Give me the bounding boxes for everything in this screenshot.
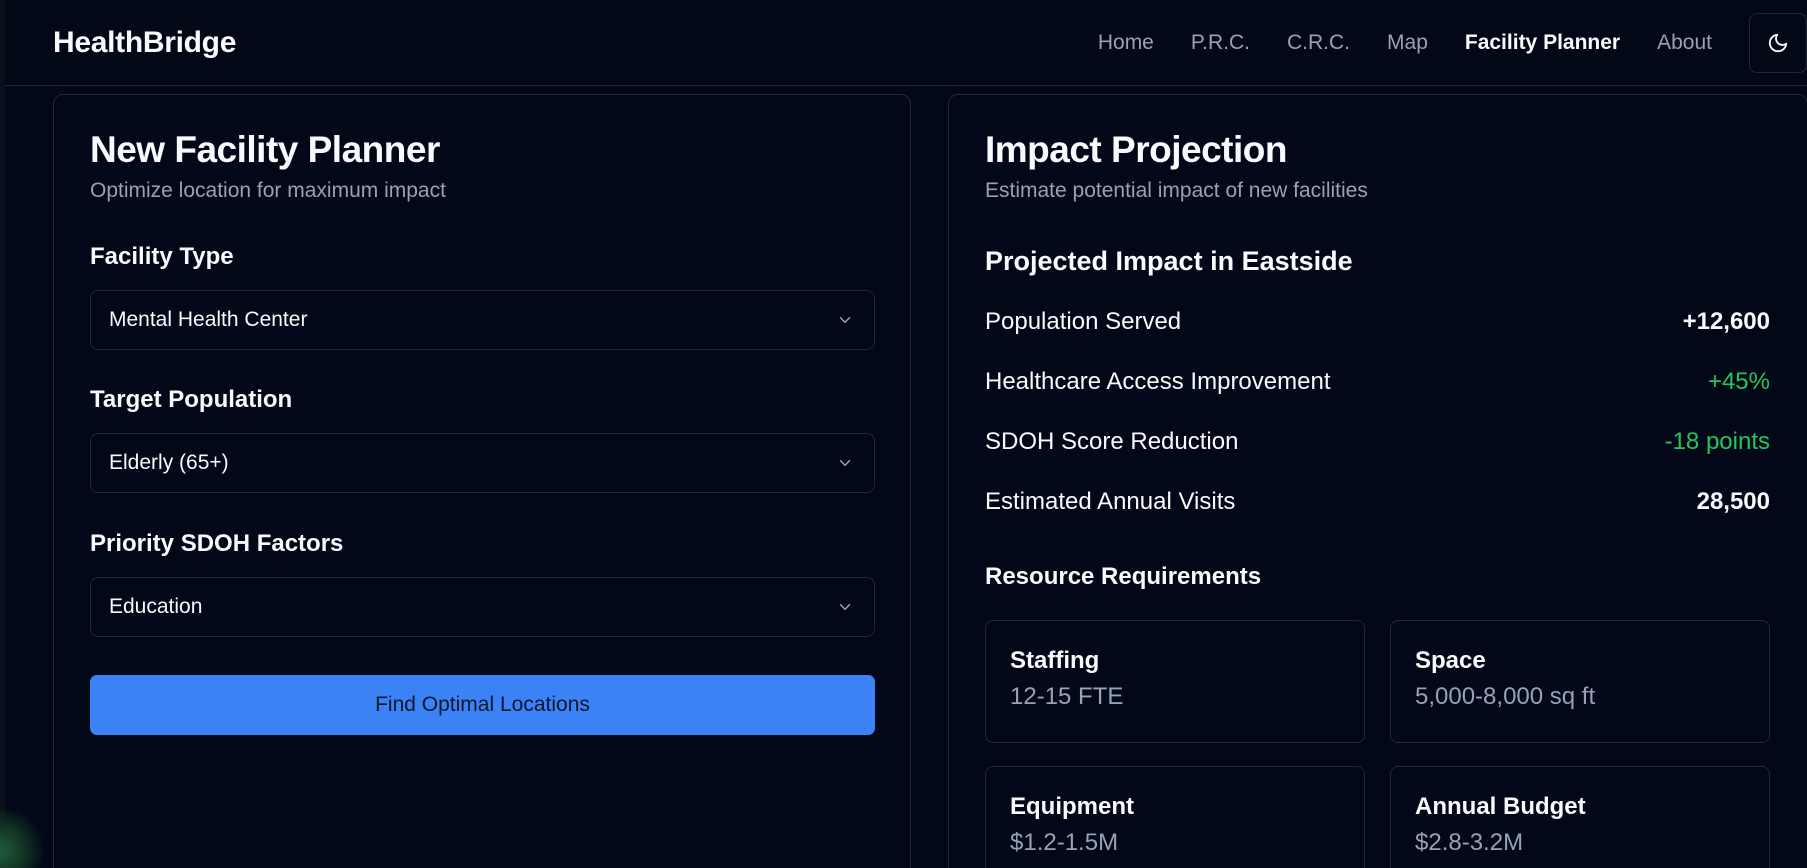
find-optimal-locations-button[interactable]: Find Optimal Locations (90, 675, 875, 735)
brand-logo[interactable]: HealthBridge (53, 26, 236, 60)
target-population-label: Target Population (90, 386, 293, 413)
nav-home[interactable]: Home (1098, 31, 1154, 55)
chevron-down-icon (839, 604, 851, 610)
desktop-corner-accent (0, 810, 44, 868)
priority-sdoh-select[interactable]: Education (90, 577, 875, 637)
resource-value: 5,000-8,000 sq ft (1415, 683, 1596, 710)
main-nav: Home P.R.C. C.R.C. Map Facility Planner … (1098, 0, 1807, 85)
resource-requirements-heading: Resource Requirements (985, 563, 1262, 590)
window-edge (0, 0, 5, 868)
planner-subtitle: Optimize location for maximum impact (90, 179, 446, 202)
metric-row: Estimated Annual Visits 28,500 (985, 488, 1770, 516)
metric-row: Population Served +12,600 (985, 308, 1770, 336)
resource-value: $2.8-3.2M (1415, 829, 1524, 856)
impact-subtitle: Estimate potential impact of new facilit… (985, 179, 1368, 202)
moon-icon (1768, 33, 1788, 52)
chevron-down-icon (839, 460, 851, 466)
nav-facility-planner[interactable]: Facility Planner (1465, 31, 1620, 55)
planner-title: New Facility Planner (90, 129, 440, 170)
impact-projection-card: Impact Projection Estimate potential imp… (948, 94, 1807, 868)
resource-title: Staffing (1010, 647, 1100, 674)
resource-card-staffing: Staffing 12-15 FTE (985, 620, 1365, 743)
resource-card-equipment: Equipment $1.2-1.5M (985, 766, 1365, 868)
metric-value: 28,500 (1696, 488, 1770, 515)
metric-value: +12,600 (1682, 308, 1770, 335)
metric-value: -18 points (1664, 428, 1770, 455)
facility-planner-card: New Facility Planner Optimize location f… (53, 94, 911, 868)
chevron-down-icon (839, 317, 851, 323)
metric-value: +45% (1707, 368, 1770, 395)
nav-crc[interactable]: C.R.C. (1287, 31, 1350, 55)
resource-title: Annual Budget (1415, 793, 1586, 820)
resource-card-space: Space 5,000-8,000 sq ft (1390, 620, 1770, 743)
metric-row: SDOH Score Reduction -18 points (985, 428, 1770, 456)
metric-label: Healthcare Access Improvement (985, 368, 1331, 395)
resource-value: 12-15 FTE (1010, 683, 1124, 710)
target-population-select[interactable]: Elderly (65+) (90, 433, 875, 493)
target-population-value: Elderly (65+) (109, 451, 229, 474)
impact-title: Impact Projection (985, 129, 1287, 170)
app: HealthBridge Home P.R.C. C.R.C. Map Faci… (0, 0, 1807, 868)
resource-card-annual-budget: Annual Budget $2.8-3.2M (1390, 766, 1770, 868)
metric-label: SDOH Score Reduction (985, 428, 1239, 455)
facility-type-value: Mental Health Center (109, 308, 308, 331)
facility-type-select[interactable]: Mental Health Center (90, 290, 875, 350)
resource-value: $1.2-1.5M (1010, 829, 1119, 856)
top-navbar: HealthBridge Home P.R.C. C.R.C. Map Faci… (5, 0, 1807, 86)
nav-prc[interactable]: P.R.C. (1191, 31, 1250, 55)
priority-sdoh-value: Education (109, 595, 203, 618)
theme-toggle-button[interactable] (1749, 12, 1807, 73)
metric-label: Population Served (985, 308, 1182, 335)
priority-sdoh-label: Priority SDOH Factors (90, 530, 344, 557)
projected-impact-heading: Projected Impact in Eastside (985, 246, 1353, 276)
nav-map[interactable]: Map (1387, 31, 1428, 55)
metric-label: Estimated Annual Visits (985, 488, 1236, 515)
metric-row: Healthcare Access Improvement +45% (985, 368, 1770, 396)
resource-title: Equipment (1010, 793, 1134, 820)
resource-title: Space (1415, 647, 1486, 674)
nav-about[interactable]: About (1657, 31, 1712, 55)
facility-type-label: Facility Type (90, 243, 234, 270)
